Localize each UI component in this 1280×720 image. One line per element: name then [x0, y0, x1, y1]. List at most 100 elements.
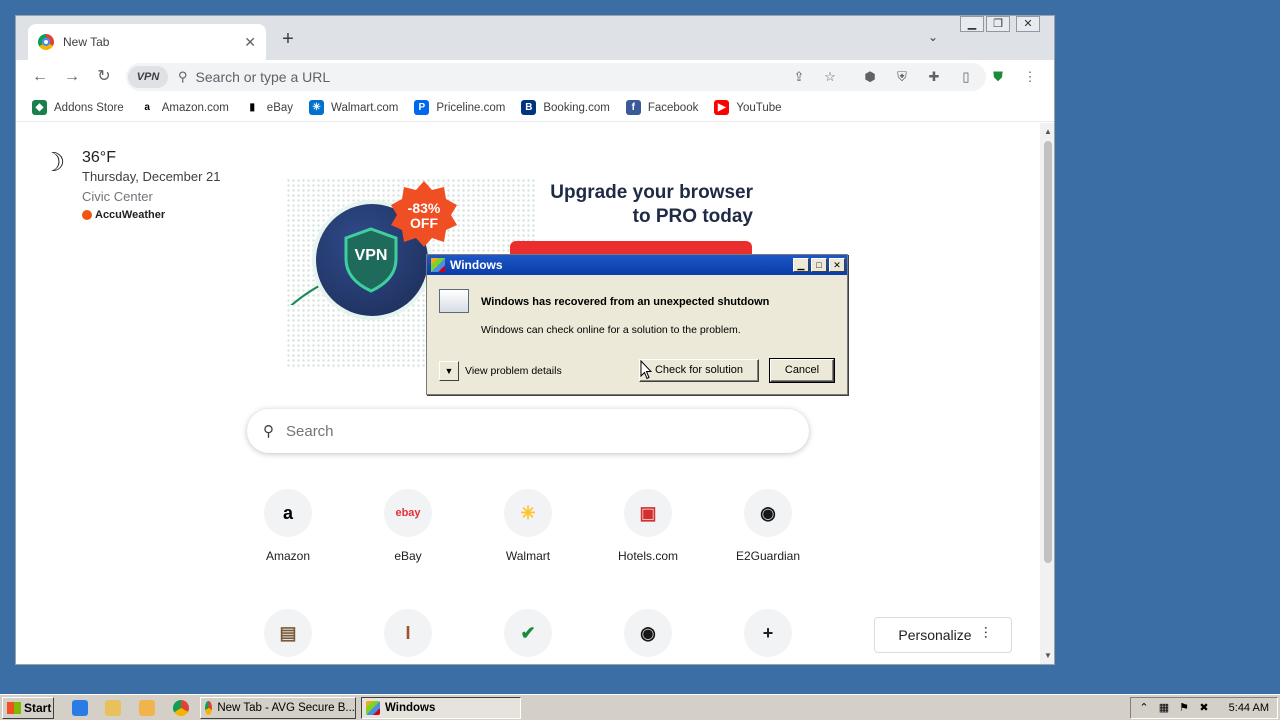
- vpn-chip[interactable]: VPN: [128, 66, 168, 88]
- details-label[interactable]: View problem details: [465, 365, 562, 377]
- dialog-message: Windows can check online for a solution …: [481, 324, 741, 336]
- bookmark-youtube[interactable]: ▶ YouTube: [714, 100, 782, 115]
- scroll-down-icon[interactable]: ▼: [1044, 651, 1052, 660]
- dialog-body: Windows has recovered from an unexpected…: [427, 275, 847, 396]
- search-icon: ⚲: [263, 423, 274, 440]
- ie-icon[interactable]: [72, 700, 88, 716]
- forward-icon[interactable]: →: [62, 67, 82, 87]
- scroll-up-icon[interactable]: ▲: [1044, 127, 1052, 136]
- chevron-down-icon[interactable]: ⌄: [928, 30, 938, 44]
- back-icon[interactable]: ←: [30, 67, 50, 87]
- tab-strip: New Tab ✕ + ⌄ ▁ ❐ ✕: [16, 16, 1054, 60]
- dialog-close-button[interactable]: ✕: [829, 258, 845, 272]
- accuweather-logo: AccuWeather: [82, 209, 165, 221]
- windows-logo-icon: [431, 258, 445, 272]
- walmart-icon: ✳: [309, 100, 325, 115]
- omnibox[interactable]: VPN ⚲ Search or type a URL: [126, 63, 986, 91]
- avg-shield-icon[interactable]: ⛊: [990, 69, 1006, 85]
- side-panel-icon[interactable]: ▯: [958, 69, 974, 85]
- task-new-tab[interactable]: New Tab - AVG Secure B...: [200, 697, 356, 719]
- share-icon[interactable]: ⇪: [791, 69, 807, 85]
- bookmark-priceline[interactable]: P Priceline.com: [414, 100, 505, 115]
- start-button[interactable]: Start: [2, 697, 54, 719]
- bookmark-booking[interactable]: B Booking.com: [521, 100, 610, 115]
- amazon-icon: a: [139, 100, 155, 115]
- windows-flag-icon: [7, 702, 21, 714]
- task-windows[interactable]: Windows: [361, 697, 521, 719]
- maximize-button[interactable]: ❐: [986, 16, 1010, 32]
- search-box[interactable]: ⚲ Search: [247, 409, 809, 453]
- tray-expand-icon[interactable]: ⌃: [1137, 701, 1151, 715]
- tab-close-icon[interactable]: ✕: [244, 34, 256, 51]
- shortcut-tile[interactable]: a Amazon: [238, 489, 338, 569]
- bookmark-ebay[interactable]: ▮ eBay: [244, 100, 293, 115]
- search-input[interactable]: Search: [286, 423, 334, 440]
- minimize-button[interactable]: ▁: [960, 16, 984, 32]
- clock: 5:44 AM: [1228, 702, 1269, 714]
- shortcut-tile[interactable]: ebay eBay: [358, 489, 458, 569]
- weather-location: Civic Center: [82, 189, 153, 204]
- shortcut-tile[interactable]: ◉: [598, 609, 698, 664]
- cancel-button[interactable]: Cancel: [769, 358, 835, 383]
- bookmark-facebook[interactable]: f Facebook: [625, 100, 698, 115]
- chrome-icon[interactable]: [173, 700, 189, 716]
- shortcut-tile[interactable]: ▣ Hotels.com: [598, 489, 698, 569]
- folder-icon[interactable]: [105, 700, 121, 716]
- scrollbar[interactable]: ▲ ▼: [1040, 123, 1054, 664]
- ebay-icon: ▮: [244, 100, 260, 115]
- bookmark-label: YouTube: [736, 101, 782, 114]
- bookmark-amazon[interactable]: a Amazon.com: [139, 100, 229, 115]
- shield-extension-icon[interactable]: ⛨: [894, 69, 910, 85]
- taskbar: Start New Tab - AVG Secure B... Windows …: [0, 694, 1280, 720]
- shortcut-tile[interactable]: ◉ E2Guardian: [718, 489, 818, 569]
- discount-percent: -83%: [407, 200, 441, 216]
- shortcut-tile[interactable]: +: [718, 609, 818, 664]
- youtube-icon: ▶: [714, 100, 730, 115]
- shortcut-label: Amazon: [265, 549, 311, 563]
- action-center-icon[interactable]: ⚑: [1177, 701, 1191, 715]
- shortcut-label: Walmart: [505, 549, 551, 563]
- dialog-maximize-button[interactable]: □: [811, 258, 827, 272]
- check-for-solution-button[interactable]: Check for solution: [639, 359, 759, 382]
- bookmark-star-icon[interactable]: ☆: [822, 69, 838, 85]
- volume-muted-icon[interactable]: ✖: [1197, 701, 1211, 715]
- reload-icon[interactable]: ↻: [94, 67, 114, 87]
- bookmark-label: Amazon.com: [161, 101, 229, 114]
- sliders-icon: ⫶: [983, 626, 988, 643]
- shortcut-tile[interactable]: ✳ Walmart: [478, 489, 578, 569]
- shortcut-tile[interactable]: ICommand-I...: [358, 609, 458, 664]
- shortcut-tile[interactable]: ▤: [238, 609, 338, 664]
- windows-logo-icon: [366, 701, 380, 715]
- shortcut-label: Hotels.com: [617, 549, 679, 563]
- weather-temperature: 36°F: [82, 149, 116, 166]
- new-tab-button[interactable]: +: [278, 29, 298, 49]
- promo-title: Upgrade your browser to PRO today: [498, 181, 753, 229]
- toolbar: ← → ↻ VPN ⚲ Search or type a URL ⇪ ☆ ⬢ ⛨…: [16, 60, 1054, 94]
- recovery-dialog: Windows ▁ □ ✕ Windows has recovered from…: [426, 254, 848, 395]
- bookmark-label: Addons Store: [54, 101, 124, 114]
- chrome-icon: [205, 701, 213, 715]
- network-icon[interactable]: ▦: [1157, 701, 1171, 715]
- mouse-cursor-icon: [640, 360, 652, 380]
- media-player-icon[interactable]: [139, 700, 155, 716]
- shortcut-icon: ◉: [744, 489, 792, 537]
- close-window-button[interactable]: ✕: [1016, 16, 1040, 32]
- tab-new-tab[interactable]: New Tab ✕: [28, 24, 266, 60]
- search-icon: ⚲: [178, 69, 188, 84]
- shortcut-icon: +: [744, 609, 792, 657]
- dialog-minimize-button[interactable]: ▁: [793, 258, 809, 272]
- personalize-button[interactable]: Personalize ⫶: [874, 617, 1012, 653]
- bookmark-walmart[interactable]: ✳ Walmart.com: [309, 100, 398, 115]
- privacy-extension-icon[interactable]: ⬢: [862, 69, 878, 85]
- shortcut-tile[interactable]: ✔: [478, 609, 578, 664]
- dialog-titlebar[interactable]: Windows ▁ □ ✕: [427, 255, 847, 275]
- bookmark-addons-store[interactable]: ◆ Addons Store: [32, 100, 124, 115]
- extensions-puzzle-icon[interactable]: ✚: [926, 69, 942, 85]
- task-label: Windows: [385, 702, 436, 714]
- bookmark-label: Priceline.com: [436, 101, 506, 114]
- chrome-favicon-icon: [38, 34, 54, 50]
- menu-icon[interactable]: ⋮: [1022, 69, 1038, 85]
- monitor-icon: [439, 289, 469, 313]
- scrollbar-thumb[interactable]: [1044, 141, 1052, 563]
- expand-details-button[interactable]: ▼: [439, 361, 459, 381]
